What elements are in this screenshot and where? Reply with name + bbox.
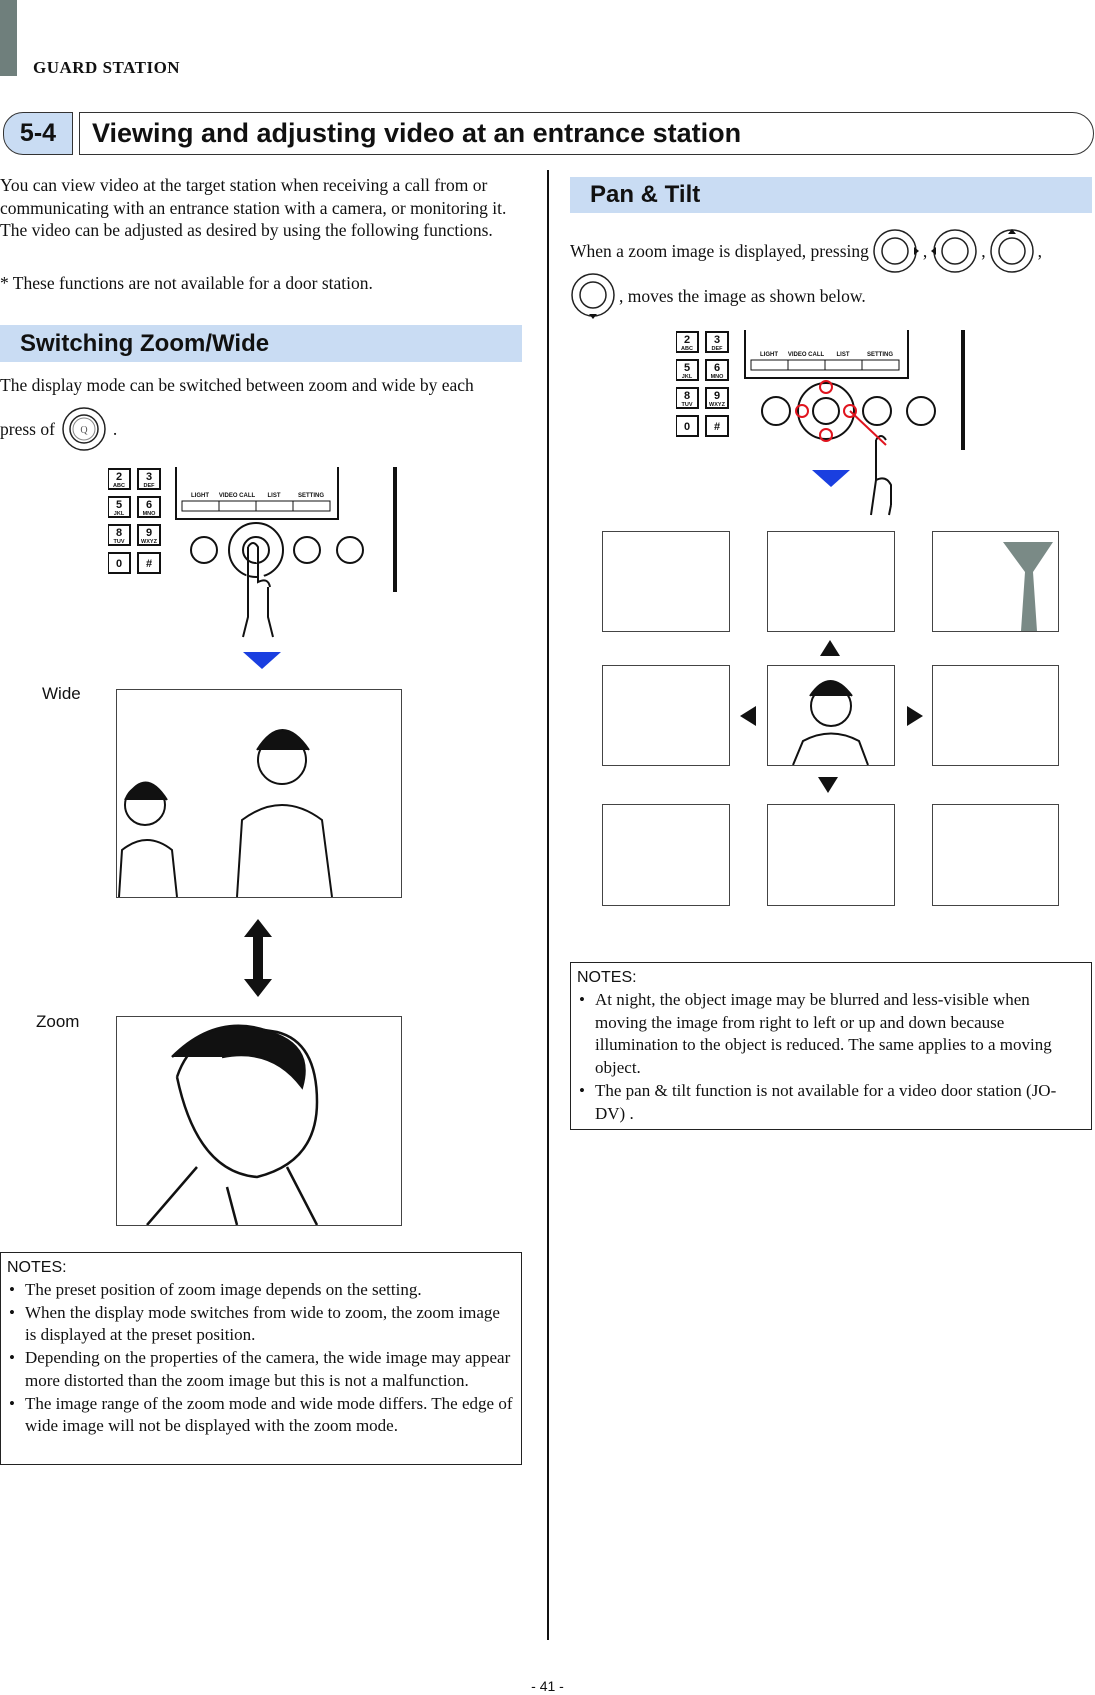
arrow-down-icon <box>243 652 281 669</box>
softkey-label: LIGHT <box>760 352 778 358</box>
key-digit: 5 <box>684 362 690 374</box>
softkey-label: VIDEO CALL <box>219 493 256 499</box>
zoom-image-frame <box>116 1016 402 1226</box>
page-number: - 41 - <box>531 1678 564 1694</box>
key-digit: # <box>714 421 720 433</box>
key-digit: 6 <box>714 362 720 374</box>
key-digit: 0 <box>684 421 690 433</box>
notes-zoom-wide: NOTES: The preset position of zoom image… <box>0 1252 522 1465</box>
key-letters: WXYZ <box>709 402 726 408</box>
softkey-label: VIDEO CALL <box>788 352 825 358</box>
key-digit: 9 <box>714 390 720 402</box>
pan-image-down-right <box>932 804 1059 906</box>
pan-tilt-text-line2: , moves the image as shown below. <box>570 272 866 320</box>
arrow-right-icon <box>907 706 923 726</box>
pan-image-center <box>767 665 895 766</box>
softkey-label: LIST <box>268 493 281 499</box>
key-letters: JKL <box>114 511 125 517</box>
key-letters: WXYZ <box>141 539 158 545</box>
key-digit: 3 <box>714 334 720 346</box>
key-letters: ABC <box>681 346 693 352</box>
note-item: When the display mode switches from wide… <box>7 1302 515 1347</box>
note-item: The preset position of zoom image depend… <box>7 1279 515 1302</box>
pan-image-down <box>767 804 895 906</box>
column-divider <box>547 170 549 1640</box>
key-digit: 8 <box>116 527 122 539</box>
tree-illustration <box>1003 542 1053 631</box>
zoom-label: Zoom <box>36 1012 80 1031</box>
notes-title: NOTES: <box>577 969 637 986</box>
key-letters: DEF <box>712 346 724 352</box>
notes-pan-tilt: NOTES: At night, the object image may be… <box>570 962 1092 1130</box>
section-tab-bar <box>0 0 17 76</box>
chapter-number-badge: 5-4 <box>3 112 73 155</box>
arrow-down-icon <box>812 470 850 487</box>
key-digit: 9 <box>146 527 152 539</box>
key-digit: 0 <box>116 558 122 570</box>
key-digit: 3 <box>146 471 152 483</box>
dpad-left-icon <box>931 229 978 273</box>
key-letters: ABC <box>113 483 125 489</box>
pan-tilt-text-after: , moves the image as shown below. <box>619 285 866 306</box>
key-letters: MNO <box>711 374 725 380</box>
person-illustration <box>792 680 869 766</box>
press-of-text: press of <box>0 418 55 439</box>
pan-image-down-left <box>602 804 730 906</box>
dpad-right-icon <box>873 229 919 273</box>
key-digit: 2 <box>116 471 122 483</box>
wide-image-frame <box>116 689 402 898</box>
softkey-label: LIGHT <box>191 493 209 499</box>
key-digit: 5 <box>116 499 122 511</box>
period: . <box>112 418 118 439</box>
softkey-label: SETTING <box>298 493 324 499</box>
key-digit: 8 <box>684 390 690 402</box>
dpad-down-icon <box>571 273 615 319</box>
softkey-label: LIST <box>837 352 850 358</box>
key-digit: 6 <box>146 499 152 511</box>
pan-image-up <box>767 531 895 632</box>
key-letters: DEF <box>144 483 156 489</box>
note-item: The pan & tilt function is not available… <box>577 1080 1085 1125</box>
pan-image-right <box>932 665 1059 766</box>
intro-text: You can view video at the target station… <box>0 175 507 241</box>
double-arrow-icon <box>244 919 272 997</box>
svg-text:Q: Q <box>80 425 88 436</box>
pan-image-up-right <box>932 531 1059 632</box>
note-item: The image range of the zoom mode and wid… <box>7 1393 515 1438</box>
zoom-person-illustration <box>146 1024 319 1226</box>
key-letters: MNO <box>143 511 157 517</box>
note-item: At night, the object image may be blurre… <box>577 989 1085 1080</box>
notes-title: NOTES: <box>7 1259 67 1276</box>
wide-label: Wide <box>42 684 81 703</box>
section-heading-zoom-wide: Switching Zoom/Wide <box>0 325 522 362</box>
pan-image-left <box>602 665 730 766</box>
pan-image-up-left <box>602 531 730 632</box>
key-digit: 2 <box>684 334 690 346</box>
arrow-down-icon <box>818 777 838 793</box>
section-heading-pan-tilt: Pan & Tilt <box>570 177 1092 213</box>
keypad-illustration-zoom: 2ABC 3DEF 5JKL 6MNO 8TUV 9WXYZ 0 # LIGHT… <box>108 467 397 638</box>
arrow-up-icon <box>820 640 840 656</box>
keypad-illustration-pan-tilt: 2ABC 3DEF 5JKL 6MNO 8TUV 9WXYZ 0 # LIGHT… <box>676 330 965 516</box>
page-title: Viewing and adjusting video at an entran… <box>79 112 1094 155</box>
pan-tilt-text-before: When a zoom image is displayed, pressing <box>570 240 869 261</box>
press-of-line: press of Q . <box>0 406 117 452</box>
key-letters: JKL <box>682 374 693 380</box>
key-digit: # <box>146 558 152 570</box>
softkey-label: SETTING <box>867 352 893 358</box>
arrow-left-icon <box>740 706 756 726</box>
key-letters: TUV <box>114 539 125 545</box>
note-item: Depending on the properties of the camer… <box>7 1347 515 1392</box>
dpad-up-icon <box>989 229 1034 273</box>
zoom-wide-button-icon: Q <box>62 407 106 451</box>
intro-footnote: * These functions are not available for … <box>0 273 373 293</box>
wide-people-illustration <box>118 729 333 898</box>
key-letters: TUV <box>682 402 693 408</box>
zoom-wide-text: The display mode can be switched between… <box>0 375 474 395</box>
section-label: GUARD STATION <box>33 58 181 77</box>
pan-tilt-text-line1: When a zoom image is displayed, pressing… <box>570 228 1042 274</box>
